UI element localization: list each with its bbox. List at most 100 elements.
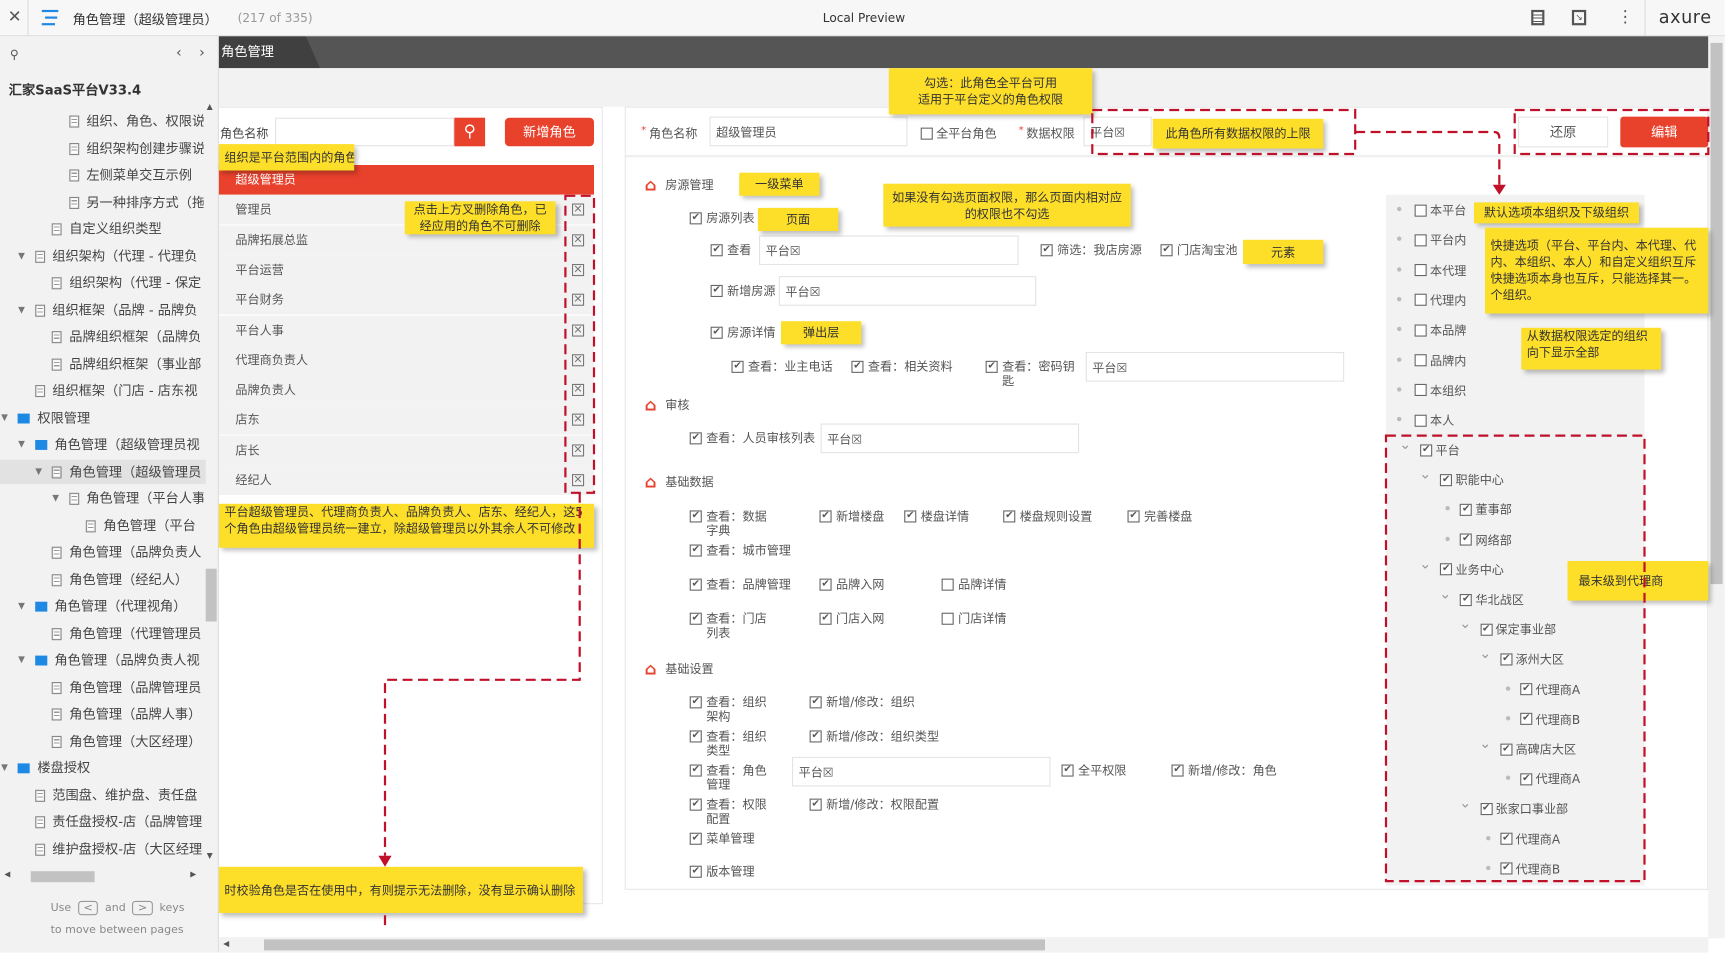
org-tree-node[interactable]: ✔ 华北战区 bbox=[1460, 591, 1524, 609]
data-perm-select[interactable]: 平台☒ bbox=[1083, 116, 1152, 147]
role-list-item[interactable]: 品牌负责人 bbox=[218, 375, 594, 405]
quick-option[interactable]: 本代理 bbox=[1414, 261, 1466, 279]
delete-icon[interactable]: ✕ bbox=[572, 474, 585, 487]
permission-item[interactable]: ✔ 房源列表 bbox=[689, 211, 755, 226]
org-checkbox[interactable]: ✔ bbox=[1460, 503, 1473, 516]
main-vscroll[interactable] bbox=[1708, 36, 1725, 939]
all-platform-checkbox[interactable] bbox=[920, 127, 933, 140]
expand-triangle-icon[interactable]: ▼ bbox=[18, 298, 25, 322]
org-tree-node[interactable]: ✔ 网络部 bbox=[1460, 531, 1512, 549]
prev-page-icon[interactable]: ‹ bbox=[176, 45, 182, 62]
chevron-down-icon[interactable]: ⌄ bbox=[1479, 646, 1491, 663]
permission-checkbox[interactable]: ✔ bbox=[689, 865, 702, 878]
quick-option[interactable]: 品牌内 bbox=[1414, 351, 1466, 369]
permission-item[interactable]: ✔ 查看：业主电话 bbox=[731, 360, 833, 374]
next-page-icon[interactable]: › bbox=[199, 45, 205, 62]
expand-triangle-icon[interactable]: ▼ bbox=[1, 756, 8, 780]
quick-option-checkbox[interactable] bbox=[1414, 384, 1427, 397]
org-checkbox[interactable]: ✔ bbox=[1440, 563, 1453, 576]
quick-option-checkbox[interactable] bbox=[1414, 294, 1427, 307]
role-list-item[interactable]: 店东 bbox=[218, 405, 594, 435]
permission-checkbox[interactable]: ✔ bbox=[689, 212, 702, 225]
permission-item[interactable]: ✔ 查看 bbox=[710, 243, 751, 257]
quick-option[interactable]: 代理内 bbox=[1414, 291, 1466, 309]
sidebar-tree-item[interactable]: 角色管理（品牌负责人 bbox=[0, 540, 204, 564]
chevron-down-icon[interactable]: ⌄ bbox=[1419, 556, 1431, 573]
edit-button[interactable]: 编辑 bbox=[1620, 116, 1709, 148]
permission-checkbox[interactable]: ✔ bbox=[809, 730, 822, 743]
sidebar-tree-item[interactable]: ▼ 权限管理 bbox=[0, 405, 204, 429]
sidebar-tree-item[interactable]: ▼ 角色管理（超级管理员 bbox=[0, 459, 206, 484]
permission-item[interactable]: ✔ 查看：组织类型 bbox=[689, 729, 776, 758]
chevron-down-icon[interactable]: ⌄ bbox=[1439, 586, 1451, 603]
sidebar-tree-item[interactable]: 维护盘授权-店（大区经理 bbox=[0, 837, 204, 861]
quick-option-checkbox[interactable] bbox=[1414, 324, 1427, 337]
permission-checkbox[interactable]: ✔ bbox=[819, 510, 832, 523]
org-tree-node[interactable]: ✔ 涿州大区 bbox=[1500, 651, 1564, 669]
org-checkbox[interactable]: ✔ bbox=[1480, 802, 1493, 815]
permission-item[interactable]: 品牌详情 bbox=[941, 578, 1007, 592]
quick-option-checkbox[interactable] bbox=[1414, 264, 1427, 277]
expand-triangle-icon[interactable]: ▼ bbox=[35, 459, 42, 483]
org-tree-node[interactable]: ✔ 高碑店大区 bbox=[1500, 740, 1576, 758]
sidebar-tree-item[interactable]: 自定义组织类型 bbox=[0, 217, 204, 241]
inspect-icon[interactable]: ↘ bbox=[1571, 9, 1587, 26]
quick-option[interactable]: 本平台 bbox=[1414, 201, 1466, 219]
org-tree-node[interactable]: ✔ 代理商B bbox=[1520, 710, 1580, 728]
sidebar-tree-item[interactable]: 角色管理（大区经理） bbox=[0, 729, 204, 753]
delete-icon[interactable]: ✕ bbox=[572, 233, 585, 246]
permission-checkbox[interactable] bbox=[941, 612, 954, 625]
permission-item[interactable]: ✔ 门店入网 bbox=[819, 612, 884, 626]
role-list-item[interactable]: 代理商负责人 bbox=[218, 345, 594, 375]
permission-item[interactable]: ✔ 全平权限 bbox=[1061, 763, 1126, 778]
permission-item[interactable]: ✔ 版本管理 bbox=[689, 865, 755, 879]
chevron-down-icon[interactable]: ⌄ bbox=[1399, 437, 1411, 454]
sidebar-tree-item[interactable]: 左侧菜单交互示例 bbox=[0, 163, 204, 187]
scroll-up-icon[interactable]: ▲ bbox=[207, 102, 213, 111]
sidebar-tree-item[interactable]: ▼ 角色管理（平台人事 bbox=[0, 486, 203, 510]
permission-checkbox[interactable]: ✔ bbox=[1127, 510, 1140, 523]
quick-option-checkbox[interactable] bbox=[1414, 414, 1427, 427]
menu-icon[interactable] bbox=[41, 9, 59, 26]
close-icon[interactable]: ✕ bbox=[8, 7, 22, 27]
permission-checkbox[interactable]: ✔ bbox=[689, 510, 702, 523]
more-icon[interactable]: ⋮ bbox=[1617, 7, 1634, 27]
main-hscroll[interactable]: ◀ bbox=[218, 937, 1709, 953]
org-checkbox[interactable]: ✔ bbox=[1520, 683, 1533, 696]
chevron-down-icon[interactable]: ⌄ bbox=[1479, 736, 1491, 753]
org-checkbox[interactable]: ✔ bbox=[1520, 713, 1533, 726]
sidebar-tree-item[interactable]: ▼ 组织架构（代理 - 代理负 bbox=[0, 244, 204, 268]
quick-option[interactable]: 本人 bbox=[1414, 412, 1454, 430]
sidebar-tree-item[interactable]: ▼ 角色管理（超级管理员视 bbox=[0, 432, 204, 456]
permission-item[interactable]: ✔ 新增楼盘 bbox=[819, 509, 884, 524]
quick-option[interactable]: 平台内 bbox=[1414, 231, 1466, 249]
permission-item[interactable]: ✔ 菜单管理 bbox=[689, 832, 755, 846]
permission-item[interactable]: ✔ 查看：角色管理 bbox=[689, 763, 776, 792]
data-scope-select[interactable]: 平台☒ bbox=[778, 276, 1037, 306]
quick-option-checkbox[interactable] bbox=[1414, 234, 1427, 247]
sidebar-tree-item[interactable]: 另一种排序方式（拖 bbox=[0, 190, 204, 214]
scroll-left-icon[interactable]: ◀ bbox=[4, 870, 10, 879]
sidebar-hscroll-thumb[interactable] bbox=[30, 871, 95, 883]
scroll-down-icon[interactable]: ▼ bbox=[207, 851, 213, 860]
permission-item[interactable]: ✔ 查看：密码钥匙 bbox=[985, 360, 1085, 389]
sidebar-tree-item[interactable]: ▼ 角色管理（代理视角） bbox=[0, 594, 204, 618]
quick-option[interactable]: 本品牌 bbox=[1414, 321, 1466, 339]
org-checkbox[interactable]: ✔ bbox=[1460, 593, 1473, 606]
search-button[interactable]: ⚲ bbox=[454, 117, 486, 147]
permission-checkbox[interactable]: ✔ bbox=[1061, 764, 1074, 777]
org-tree-node[interactable]: ✔ 代理商A bbox=[1520, 770, 1580, 788]
main-hscroll-thumb[interactable] bbox=[264, 939, 1045, 951]
sidebar-tree-item[interactable]: 品牌组织框架（品牌负 bbox=[0, 325, 204, 349]
permission-checkbox[interactable]: ✔ bbox=[689, 578, 702, 591]
role-list-item[interactable]: 经纪人 bbox=[218, 465, 594, 495]
org-tree-node[interactable]: ✔ 董事部 bbox=[1460, 501, 1512, 519]
permission-item[interactable]: ✔ 品牌入网 bbox=[819, 578, 884, 592]
permission-checkbox[interactable]: ✔ bbox=[689, 612, 702, 625]
chevron-down-icon[interactable]: ⌄ bbox=[1459, 796, 1471, 813]
permission-checkbox[interactable]: ✔ bbox=[689, 544, 702, 557]
data-scope-select[interactable]: 平台☒ bbox=[1085, 352, 1345, 382]
permission-item[interactable]: ✔ 查看：组织架构 bbox=[689, 695, 776, 724]
org-tree-node[interactable]: ✔ 业务中心 bbox=[1440, 561, 1504, 579]
permission-item[interactable]: ✔ 楼盘详情 bbox=[904, 509, 969, 524]
